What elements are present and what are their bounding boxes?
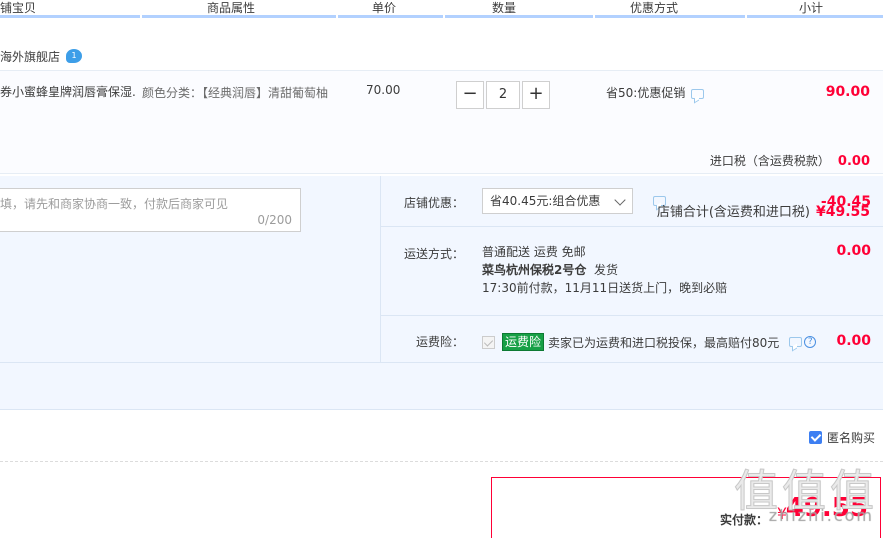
shop-discount-selected: 省40.45元:组合优惠 [490, 194, 601, 208]
help-icon[interactable]: ? [804, 336, 817, 348]
divider [0, 461, 883, 462]
import-tax-label: 进口税（含运费税款） [709, 154, 830, 168]
shop-total: 店铺合计(含运费和进口税) ¥49.55 [657, 201, 870, 220]
payment-amount: 49.55 [785, 493, 868, 523]
anonymous-checkbox[interactable] [808, 431, 822, 444]
shipping-amount: 0.00 [836, 243, 871, 259]
item-promo-text: 省50:优惠促销 [606, 86, 686, 100]
item-promo: 省50:优惠促销 [606, 84, 705, 101]
import-tax: 进口税（含运费税款） 0.00 [710, 152, 870, 169]
item-title[interactable]: 券小蜜蜂皇牌润唇膏保湿... [0, 83, 137, 100]
cart-item: 券小蜜蜂皇牌润唇膏保湿... 颜色分类：【经典润唇】清甜葡萄柚 70.00 − … [0, 70, 883, 174]
shipping-method: 普通配送 运费 免邮 [482, 245, 586, 259]
header-col-subtotal: 小计 [799, 1, 824, 15]
qty-input[interactable]: 2 [486, 81, 520, 109]
shipping-label: 运送方式： [403, 247, 464, 261]
payment-label: 实付款： [719, 513, 768, 527]
header-col-promo: 优惠方式 [630, 1, 679, 15]
shop-name[interactable]: 海外旗舰店 [0, 48, 60, 65]
qty-plus-button[interactable]: + [522, 81, 550, 109]
anonymous-purchase[interactable]: 匿名购买 [808, 429, 875, 446]
item-attributes: 颜色分类：【经典润唇】清甜葡萄柚 [142, 83, 332, 103]
header-col-item: 铺宝贝 [0, 1, 37, 15]
seller-message-input[interactable]: 填，请先和商家协商一致，付款后商家可见 0/200 [0, 188, 301, 232]
shop-row: 海外旗舰店 1 [0, 44, 83, 68]
insurance-label: 运费险： [415, 335, 464, 349]
shop-chat-badge-icon[interactable]: 1 [66, 49, 83, 63]
header-col-price: 单价 [372, 1, 397, 15]
chevron-down-icon [614, 194, 626, 206]
shipping-ship-text: 发货 [594, 263, 619, 277]
message-char-count: 0/200 [257, 213, 292, 227]
item-subtotal: 90.00 [825, 84, 870, 100]
insurance-comment-icon[interactable] [789, 337, 803, 347]
promo-comment-icon[interactable] [691, 88, 705, 99]
shipping-delivery-promise: 17:30前付款，11月11日送货上门，晚到必赔 [482, 281, 728, 295]
cart-header: 铺宝贝 商品属性 单价 数量 优惠方式 小计 [0, 0, 883, 18]
shop-discount-label: 店铺优惠： [403, 196, 464, 210]
insurance-row: 运费险： 运费险 卖家已为运费和进口税投保，最高赔付80元 ? 0.00 [381, 316, 883, 362]
shipping-row: 运送方式： 普通配送 运费 免邮 菜鸟杭州保税2号仓 发货 17:30前付款，1… [381, 227, 883, 316]
import-tax-value: 0.00 [837, 154, 870, 169]
shipping-warehouse: 菜鸟杭州保税2号仓 [482, 263, 587, 277]
item-unit-price: 70.00 [366, 83, 401, 97]
insurance-content: 运费险 卖家已为运费和进口税投保，最高赔付80元 ? [482, 333, 817, 351]
shipping-details: 普通配送 运费 免邮 菜鸟杭州保税2号仓 发货 17:30前付款，11月11日送… [482, 243, 727, 297]
header-col-attr: 商品属性 [207, 1, 256, 15]
insurance-tag: 运费险 [502, 333, 545, 351]
insurance-text: 卖家已为运费和进口税投保，最高赔付80元 [548, 335, 780, 350]
anonymous-label: 匿名购买 [826, 431, 875, 445]
message-placeholder: 填，请先和商家协商一致，付款后商家可见 [0, 197, 229, 211]
payment-summary: 实付款： ¥ 49.55 [491, 477, 881, 538]
shop-discount-select[interactable]: 省40.45元:组合优惠 [482, 188, 633, 214]
header-col-qty: 数量 [492, 1, 517, 15]
qty-minus-button[interactable]: − [456, 81, 484, 109]
item-attr-value: 【经典润唇】清甜葡萄柚 [202, 86, 329, 100]
shop-total-label: 店铺合计(含运费和进口税) [656, 205, 810, 220]
item-attr-label: 颜色分类： [142, 86, 203, 100]
shop-total-value: ¥49.55 [815, 204, 870, 220]
quantity-stepper: − 2 + [456, 81, 550, 109]
insurance-checkbox [482, 335, 495, 349]
insurance-amount: 0.00 [836, 333, 871, 349]
